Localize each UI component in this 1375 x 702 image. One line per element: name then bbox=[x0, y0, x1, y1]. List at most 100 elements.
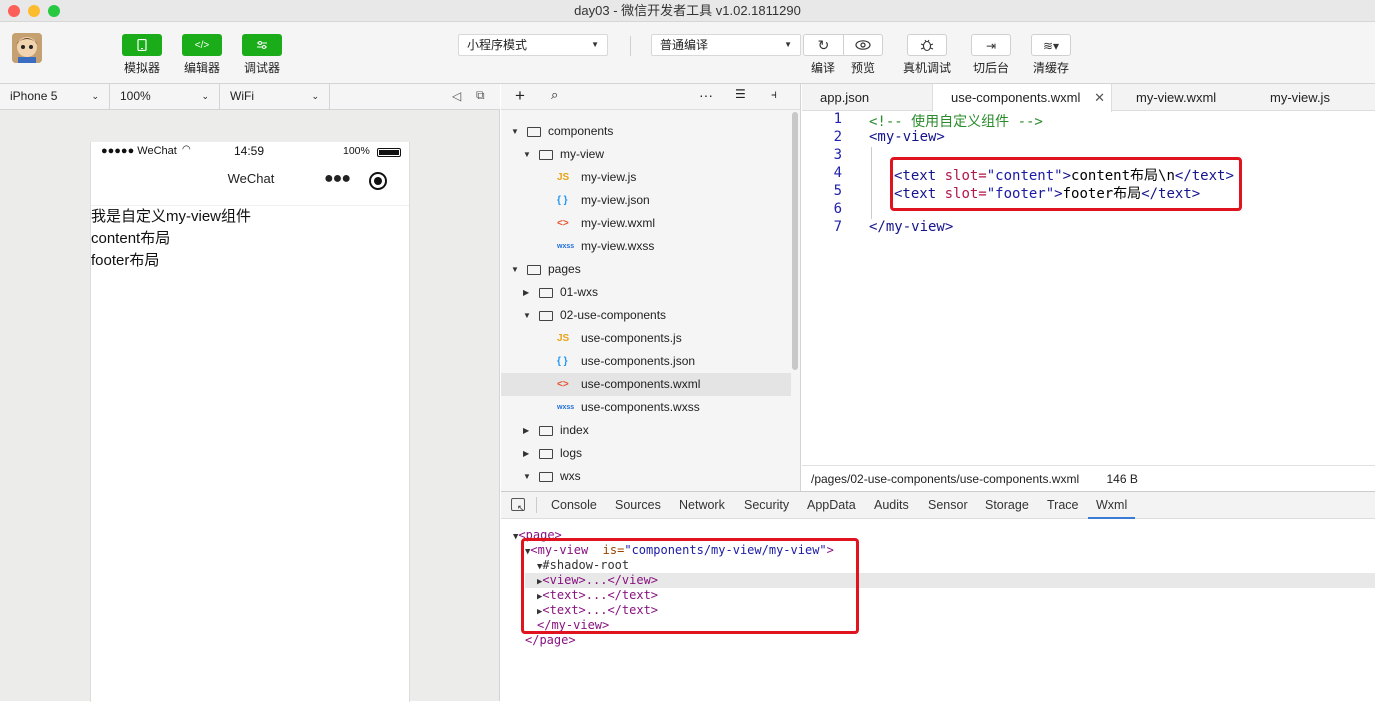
code-line-1[interactable]: <!-- 使用自定义组件 --> bbox=[869, 111, 1043, 131]
collapse-all-icon[interactable]: ☰ bbox=[735, 87, 746, 101]
tree-item-label: use-components.js bbox=[581, 331, 682, 345]
expand-triangle-icon[interactable]: ▼ bbox=[523, 465, 531, 488]
speaker-icon[interactable]: ◁ bbox=[452, 89, 461, 103]
tree-folder[interactable]: ▶ 01-wxs bbox=[501, 281, 791, 304]
tab-storage[interactable]: Storage bbox=[985, 492, 1029, 519]
tree-folder[interactable]: ▼ my-view bbox=[501, 143, 791, 166]
device-select[interactable]: iPhone 5 ⌄ bbox=[0, 84, 110, 109]
close-window-button[interactable] bbox=[8, 5, 20, 17]
background-button[interactable]: ⇥ bbox=[971, 34, 1011, 56]
compile-button[interactable]: ↻ bbox=[803, 34, 843, 56]
wxss-file-icon: wxss bbox=[557, 404, 575, 411]
maximize-window-button[interactable] bbox=[48, 5, 60, 17]
tree-file[interactable]: JS my-view.js bbox=[501, 166, 791, 189]
clear-cache-button[interactable]: ≋▾ bbox=[1031, 34, 1071, 56]
collapsed-triangle-icon[interactable]: ▶ bbox=[523, 419, 529, 442]
tab-sensor[interactable]: Sensor bbox=[928, 492, 968, 519]
capsule-close-icon[interactable] bbox=[369, 172, 387, 190]
tab-security[interactable]: Security bbox=[744, 492, 789, 519]
tree-folder[interactable]: ▶ logs bbox=[501, 442, 791, 465]
chevron-down-icon: ⌄ bbox=[311, 91, 319, 101]
more-icon[interactable]: ●●● bbox=[324, 170, 351, 188]
tree-item-label: index bbox=[560, 423, 589, 437]
tree-file[interactable]: { } use-components.json bbox=[501, 350, 791, 373]
tab-label: my-view.js bbox=[1270, 90, 1330, 105]
expand-triangle-icon[interactable]: ▼ bbox=[511, 258, 519, 281]
battery-label: 100% bbox=[343, 145, 370, 157]
tree-file[interactable]: <> use-components.wxml bbox=[501, 373, 791, 396]
add-file-icon[interactable]: + bbox=[515, 86, 525, 106]
folder-open-icon bbox=[539, 472, 553, 482]
tab-use-components-wxml[interactable]: use-components.wxml ✕ bbox=[932, 84, 1112, 112]
search-icon[interactable]: ⌕ bbox=[551, 87, 558, 103]
tree-folder[interactable]: ▼ wxs bbox=[501, 465, 791, 488]
code-line-2[interactable]: <my-view> bbox=[869, 129, 945, 145]
debugger-label: 调试器 bbox=[243, 61, 280, 75]
debugger-button[interactable] bbox=[242, 34, 282, 56]
tree-file[interactable]: JS use-components.js bbox=[501, 327, 791, 350]
tab-sources[interactable]: Sources bbox=[615, 492, 661, 519]
line-number: 4 bbox=[833, 165, 842, 181]
editor-status-bar: /pages/02-use-components/use-components.… bbox=[802, 465, 1375, 491]
tree-folder[interactable]: ▼ components bbox=[501, 120, 791, 143]
collapsed-triangle-icon[interactable]: ▶ bbox=[523, 281, 529, 304]
tree-folder[interactable]: ▼ 02-use-components bbox=[501, 304, 791, 327]
toggle-panel-icon[interactable]: ⫞ bbox=[771, 87, 777, 102]
network-select[interactable]: WiFi ⌄ bbox=[220, 84, 330, 109]
phone-screen[interactable]: ●●●●● WeChat ◠ 14:59 100% WeChat ●●● 我是自… bbox=[90, 142, 410, 702]
simulator-button[interactable] bbox=[122, 34, 162, 56]
tab-my-view-wxml[interactable]: my-view.wxml bbox=[1118, 84, 1252, 111]
zoom-select[interactable]: 100% ⌄ bbox=[110, 84, 220, 109]
tab-appdata[interactable]: AppData bbox=[807, 492, 856, 519]
preview-button[interactable] bbox=[843, 34, 883, 56]
compile-mode-select[interactable]: 普通编译 ▼ bbox=[651, 34, 801, 56]
tree-item-label: pages bbox=[548, 262, 581, 276]
avatar[interactable] bbox=[12, 33, 42, 63]
tab-app-json[interactable]: app.json bbox=[802, 84, 932, 111]
minimize-window-button[interactable] bbox=[28, 5, 40, 17]
tab-audits[interactable]: Audits bbox=[874, 492, 909, 519]
folder-open-icon bbox=[539, 150, 553, 160]
explorer-scrollbar[interactable] bbox=[792, 112, 798, 370]
tab-wxml[interactable]: Wxml bbox=[1088, 492, 1136, 519]
more-options-icon[interactable]: ··· bbox=[699, 87, 713, 103]
tree-file[interactable]: wxss my-view.wxss bbox=[501, 235, 791, 258]
line-number: 5 bbox=[833, 183, 842, 199]
editor-label: 编辑器 bbox=[183, 61, 220, 75]
tab-console[interactable]: Console bbox=[551, 492, 597, 519]
tree-folder[interactable]: ▶ index bbox=[501, 419, 791, 442]
tree-item-label: use-components.wxss bbox=[581, 400, 700, 414]
expand-triangle-icon[interactable]: ▼ bbox=[523, 304, 531, 327]
simulator-area: ●●●●● WeChat ◠ 14:59 100% WeChat ●●● 我是自… bbox=[0, 110, 500, 702]
collapsed-triangle-icon[interactable]: ▶ bbox=[523, 442, 529, 465]
folder-icon bbox=[539, 449, 553, 459]
toolbar-divider bbox=[630, 36, 631, 56]
close-tab-icon[interactable]: ✕ bbox=[1094, 84, 1105, 111]
editor-button[interactable]: </> bbox=[182, 34, 222, 56]
line-number: 3 bbox=[833, 147, 842, 163]
window-titlebar: day03 - 微信开发者工具 v1.02.1811290 bbox=[0, 0, 1375, 22]
real-debug-button[interactable] bbox=[907, 34, 947, 56]
tab-network[interactable]: Network bbox=[679, 492, 725, 519]
line-number: 7 bbox=[833, 219, 842, 235]
detach-window-icon[interactable]: ⧉ bbox=[476, 88, 485, 103]
avatar-image-icon bbox=[12, 33, 42, 63]
clock-label: 14:59 bbox=[234, 144, 265, 158]
tab-trace[interactable]: Trace bbox=[1047, 492, 1079, 519]
folder-open-icon bbox=[539, 311, 553, 321]
devtools-tabs: ↖ Console Sources Network Security AppDa… bbox=[501, 492, 1375, 519]
code-line-7[interactable]: </my-view> bbox=[869, 219, 953, 235]
wxss-file-icon: wxss bbox=[557, 243, 575, 250]
expand-triangle-icon[interactable]: ▼ bbox=[523, 143, 531, 166]
tree-file[interactable]: <> my-view.wxml bbox=[501, 212, 791, 235]
file-path: /pages/02-use-components/use-components.… bbox=[811, 472, 1080, 486]
tree-folder[interactable]: ▼ pages bbox=[501, 258, 791, 281]
zoom-select-value: 100% bbox=[120, 89, 151, 103]
expand-triangle-icon[interactable]: ▼ bbox=[511, 120, 519, 143]
mode-select[interactable]: 小程序模式 ▼ bbox=[458, 34, 608, 56]
tree-file[interactable]: { } my-view.json bbox=[501, 189, 791, 212]
inspect-element-icon[interactable]: ↖ bbox=[511, 498, 525, 513]
tab-divider bbox=[536, 497, 537, 513]
tree-file[interactable]: wxss use-components.wxss bbox=[501, 396, 791, 419]
tab-my-view-js[interactable]: my-view.js bbox=[1252, 84, 1375, 111]
